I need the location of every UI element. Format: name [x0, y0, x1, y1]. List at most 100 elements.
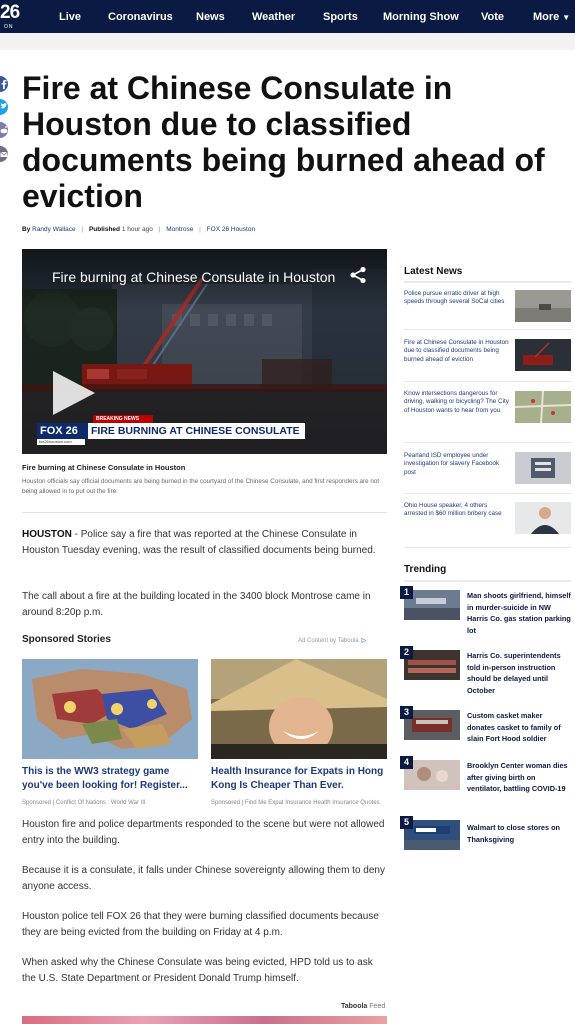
nav-item-news[interactable]: News: [196, 10, 225, 24]
video-caption-text: Houston officials say official documents…: [22, 478, 380, 495]
latest-news-thumb[interactable]: [515, 290, 571, 322]
dateline: HOUSTON: [22, 529, 72, 540]
trending-item[interactable]: 5 Walmart to close stores on Thanksgivin…: [400, 816, 571, 856]
nav-item-morning-show[interactable]: Morning Show: [383, 10, 459, 24]
published-time: 1 hour ago: [121, 226, 153, 233]
trending-rank: 4: [400, 756, 413, 769]
trending-headline[interactable]: Walmart to close stores on Thanksgiving: [467, 822, 571, 845]
trending-rank: 2: [400, 646, 413, 659]
divider: [404, 547, 571, 548]
strategy-map-image: [22, 659, 198, 759]
email-icon[interactable]: [0, 146, 8, 162]
trending-heading: Trending: [404, 564, 447, 575]
trending-rule: [404, 580, 571, 582]
taboola-brand: Taboola: [341, 1003, 368, 1010]
trending-item[interactable]: 4 Brooklyn Center woman dies after givin…: [400, 756, 571, 804]
sponsored-image-1[interactable]: [22, 659, 198, 759]
share-icon[interactable]: [349, 266, 367, 284]
station-logo: FOX 26: [37, 423, 85, 439]
ad-content-text: Ad Content by Taboola: [298, 638, 359, 644]
byline-by-label: By: [22, 226, 31, 233]
sponsored-image-2[interactable]: [211, 659, 387, 759]
video-caption-title: Fire burning at Chinese Consulate in Hou…: [22, 463, 186, 472]
ohio-speaker-thumbnail: [515, 502, 571, 534]
top-ad-strip: [0, 33, 575, 50]
twitter-icon[interactable]: [0, 99, 8, 115]
pursuit-thumbnail: [515, 290, 571, 322]
taboola-feed-label[interactable]: Taboola Feed: [341, 1002, 385, 1011]
trending-item[interactable]: 1 Man shoots girlfriend, himself in murd…: [400, 586, 571, 635]
trending-rank: 5: [400, 816, 413, 829]
top-nav: 26 ON Live Coronavirus News Weather Spor…: [0, 0, 575, 33]
latest-news-rule: [404, 281, 571, 283]
trending-headline[interactable]: Custom casket maker donates casket to fa…: [467, 710, 571, 745]
latest-news-headline[interactable]: Ohio House speaker, 4 others arrested in…: [404, 502, 509, 519]
article-paragraph-5: Houston police tell FOX 26 that they wer…: [22, 911, 379, 938]
breaking-news-label: BREAKING NEWS: [93, 415, 153, 423]
play-icon[interactable]: [47, 367, 99, 419]
sponsored-meta-1: Sponsored | Conflict Of Nations : World …: [22, 800, 146, 806]
latest-news-headline[interactable]: Know intersections dangerous for driving…: [404, 390, 509, 415]
article-paragraph-3: Houston fire and police departments resp…: [22, 819, 385, 846]
trending-headline[interactable]: Man shoots girlfriend, himself in murder…: [467, 590, 571, 636]
latest-news-headline[interactable]: Police pursue erratic driver at high spe…: [404, 290, 509, 307]
nav-more-label: More: [533, 11, 560, 23]
latest-news-thumb[interactable]: [515, 391, 571, 423]
intersection-map-thumbnail: [515, 391, 571, 423]
trending-rank: 1: [400, 586, 413, 599]
latest-news-thumb[interactable]: [515, 339, 571, 371]
latest-news-headline[interactable]: Fire at Chinese Consulate in Houston due…: [404, 339, 509, 364]
station-url: fox26houston.com: [37, 439, 85, 445]
article-headline: Fire at Chinese Consulate in Houston due…: [22, 70, 545, 214]
sponsored-meta-2: Sponsored | Find Me Expat Insurance Heal…: [211, 800, 380, 806]
latest-news-headline[interactable]: Pearland ISD employee under investigatio…: [404, 452, 509, 477]
adchoices-icon[interactable]: ▷: [362, 638, 367, 644]
published-label: Published: [88, 226, 120, 233]
consulate-fire-thumbnail: [515, 339, 571, 371]
logo-number: 26: [0, 2, 20, 23]
sponsored-title-2[interactable]: Health Insurance for Expats in Hong Kong…: [211, 765, 389, 793]
video-player[interactable]: Fire burning at Chinese Consulate in Hou…: [22, 249, 387, 454]
nav-item-more[interactable]: More ▼: [533, 10, 570, 25]
tag-link[interactable]: Montrose: [166, 226, 193, 233]
trending-rank: 3: [400, 706, 413, 719]
ad-content-label[interactable]: Ad Content by Taboola ▷: [298, 637, 366, 645]
divider: [404, 329, 571, 330]
latest-news-heading: Latest News: [404, 266, 463, 277]
byline: By Randy Wallace | Published 1 hour ago …: [22, 226, 256, 233]
nav-item-weather[interactable]: Weather: [252, 10, 295, 24]
article-paragraph-1: HOUSTON - Police say a fire that was rep…: [22, 527, 387, 558]
news-chyron: BREAKING NEWS FOX 26 FIRE BURNING AT CHI…: [37, 415, 307, 445]
logo-sub: ON: [4, 24, 14, 30]
latest-news-thumb[interactable]: [515, 502, 571, 534]
taboola-feed-text: Feed: [369, 1003, 386, 1010]
chevron-down-icon: ▼: [562, 13, 571, 22]
paragraph-1-text: - Police say a fire that was reported at…: [22, 529, 376, 556]
divider: [404, 442, 571, 443]
chyron-text: FIRE BURNING AT CHINESE CONSULATE: [85, 423, 305, 439]
author-link[interactable]: Randy Wallace: [32, 226, 75, 233]
sponsored-stories-heading: Sponsored Stories: [22, 634, 111, 645]
nav-item-sports[interactable]: Sports: [323, 10, 358, 24]
woman-hat-image: [211, 659, 387, 759]
divider: [404, 493, 571, 494]
article-paragraph-4: Because it is a consulate, it falls unde…: [22, 865, 385, 892]
article-paragraph-2: The call about a fire at the building lo…: [22, 591, 371, 618]
nav-item-coronavirus[interactable]: Coronavirus: [108, 10, 173, 24]
divider: [22, 512, 387, 513]
trending-headline[interactable]: Harris Co. superintendents told in-perso…: [467, 650, 571, 696]
trending-item[interactable]: 3 Custom casket maker donates casket to …: [400, 706, 571, 746]
latest-news-thumb[interactable]: [515, 452, 571, 484]
video-title: Fire burning at Chinese Consulate in Hou…: [52, 269, 336, 285]
reddit-icon[interactable]: [0, 122, 8, 138]
trending-item[interactable]: 2 Harris Co. superintendents told in-per…: [400, 646, 571, 695]
nav-item-vote[interactable]: Vote: [481, 10, 504, 24]
trending-headline[interactable]: Brooklyn Center woman dies after giving …: [467, 760, 571, 795]
bottom-ad-image[interactable]: [22, 1016, 387, 1024]
sponsored-title-1[interactable]: This is the WW3 strategy game you've bee…: [22, 765, 200, 793]
fox26-logo[interactable]: 26 ON: [0, 2, 22, 31]
facebook-icon[interactable]: [0, 76, 8, 92]
source-link[interactable]: FOX 26 Houston: [207, 226, 255, 233]
article-paragraph-6: When asked why the Chinese Consulate was…: [22, 957, 373, 984]
nav-item-live[interactable]: Live: [59, 10, 81, 24]
